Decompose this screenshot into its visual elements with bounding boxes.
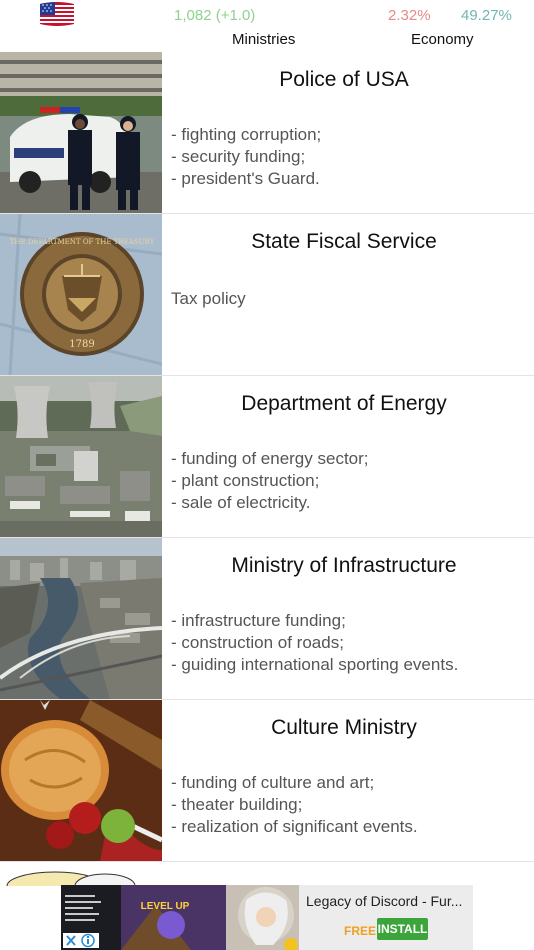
ministry-description: Tax policy <box>171 288 531 310</box>
description-line: - infrastructure funding; <box>171 611 346 630</box>
ministry-row-fiscal[interactable]: 1789 THE DEPARTMENT OF THE TREASURY Stat… <box>0 214 534 376</box>
description-line: - plant construction; <box>171 471 320 490</box>
ministry-row-infrastructure[interactable]: Ministry of Infrastructure - infrastruct… <box>0 538 534 700</box>
ministry-title: Department of Energy <box>241 392 447 415</box>
seal-year: 1789 <box>69 339 94 350</box>
ministries-tab[interactable]: Ministries <box>232 31 295 48</box>
power-plant-photo <box>0 376 162 537</box>
police-photo <box>0 52 162 213</box>
ad-free-label: FREE <box>344 924 377 938</box>
ad-title[interactable]: Legacy of Discord - Fur... <box>306 893 471 909</box>
ministries-stat: 1,082 (+1.0) <box>174 7 256 24</box>
ministry-row-energy[interactable]: Department of Energy - funding of energy… <box>0 376 534 538</box>
description-line: - sale of electricity. <box>171 493 311 512</box>
description-line: - funding of culture and art; <box>171 773 375 792</box>
ministry-description: - infrastructure funding; - construction… <box>171 610 531 676</box>
economy-value-stat: 49.27% <box>461 7 512 24</box>
treasury-seal-photo: 1789 THE DEPARTMENT OF THE TREASURY <box>0 214 162 375</box>
ministry-row-police[interactable]: Police of USA - fighting corruption; - s… <box>0 52 534 214</box>
seal-lettering: THE DEPARTMENT OF THE TREASURY <box>10 238 155 246</box>
ad-banner[interactable]: LEVEL UP Legacy of Discord - Fur... FREE… <box>61 885 473 950</box>
description-line: - realization of significant events. <box>171 817 418 836</box>
economy-tab[interactable]: Economy <box>411 31 474 48</box>
ministry-row-culture[interactable]: Culture Ministry - funding of culture an… <box>0 700 534 862</box>
ministries-list: Police of USA - fighting corruption; - s… <box>0 52 534 862</box>
stats-header: 1,082 (+1.0) 2.32% 49.27% Ministries Eco… <box>0 0 534 52</box>
ad-choices-icon[interactable] <box>63 933 99 948</box>
ministry-title: Police of USA <box>279 68 409 91</box>
ministry-title: State Fiscal Service <box>251 230 437 253</box>
description-line: - funding of energy sector; <box>171 449 369 468</box>
city-bridge-photo <box>0 538 162 699</box>
description-line: - construction of roads; <box>171 633 344 652</box>
description-line: - theater building; <box>171 795 303 814</box>
ministry-title: Ministry of Infrastructure <box>231 554 457 577</box>
ministry-description: - funding of energy sector; - plant cons… <box>171 448 531 514</box>
ad-banner-text: LEVEL UP <box>141 901 190 912</box>
ministry-description: - funding of culture and art; - theater … <box>171 772 531 838</box>
pie-apples-photo <box>0 700 162 861</box>
us-flag-icon[interactable] <box>37 1 77 27</box>
ministry-title: Culture Ministry <box>271 716 417 739</box>
ministry-description: - fighting corruption; - security fundin… <box>171 124 531 190</box>
description-line: - security funding; <box>171 147 306 166</box>
description-line: - fighting corruption; <box>171 125 322 144</box>
economy-change-stat: 2.32% <box>388 7 431 24</box>
description-line: - guiding international sporting events. <box>171 655 459 674</box>
description-line: Tax policy <box>171 289 246 308</box>
next-row-peek <box>0 864 534 886</box>
ad-install-button[interactable]: INSTALL <box>377 918 428 940</box>
description-line: - president's Guard. <box>171 169 320 188</box>
